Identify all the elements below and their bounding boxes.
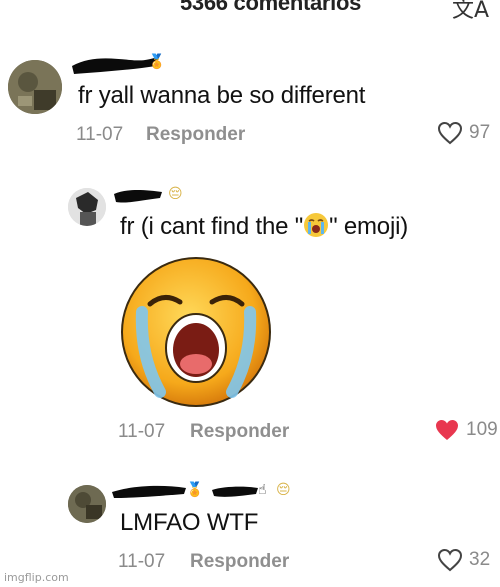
medal-badge-icon: 🏅: [148, 54, 166, 70]
watermark: imgflip.com: [4, 571, 69, 584]
reply-button[interactable]: Responder: [146, 124, 245, 146]
heart-outline-icon: [437, 121, 463, 145]
like-count: 32: [469, 549, 491, 570]
loudly-crying-face-icon: [303, 212, 329, 238]
heart-filled-icon: [436, 420, 458, 440]
like-button[interactable]: 97: [437, 121, 490, 145]
comment-date: 11-07: [76, 124, 124, 145]
avatar[interactable]: [68, 485, 106, 523]
pointing-hand-icon: ☝: [258, 482, 267, 498]
heart-outline-icon: [437, 548, 463, 572]
comment-text: fr yall wanna be so different: [78, 82, 366, 109]
like-count: 97: [469, 122, 491, 143]
redacted-username[interactable]: 🏅: [70, 50, 170, 74]
comment-text-before: fr (i cant find the ": [120, 213, 304, 240]
pensive-face-icon: 😔: [276, 482, 291, 498]
like-button[interactable]: 109: [434, 418, 498, 442]
like-count: 109: [466, 419, 498, 440]
medal-badge-icon: 🏅: [186, 482, 204, 498]
comment-text: LMFAO WTF: [120, 509, 259, 536]
reply-button[interactable]: Responder: [190, 551, 289, 573]
reply-button[interactable]: Responder: [190, 421, 289, 443]
comment-text-after: " emoji): [329, 213, 409, 240]
comment-meta: 11-07 Responder: [118, 551, 318, 575]
like-button[interactable]: 32: [437, 548, 490, 572]
comments-header-title: 5366 comentarios: [180, 0, 362, 15]
avatar[interactable]: [68, 188, 106, 226]
comment-date: 11-07: [118, 421, 166, 442]
avatar[interactable]: [8, 60, 62, 114]
comment-text: fr (i cant find the " " emoji): [120, 212, 408, 241]
redacted-username[interactable]: 🏅 ☝ 😔: [110, 478, 310, 502]
loudly-crying-face-icon[interactable]: [120, 256, 272, 408]
pensive-face-icon: 😔: [168, 186, 183, 202]
redacted-username[interactable]: 😔: [112, 184, 192, 208]
translate-icon[interactable]: 文A: [452, 0, 489, 24]
comment-meta: 11-07 Responder: [118, 421, 318, 445]
comment-meta: 11-07 Responder: [76, 124, 276, 148]
comment-date: 11-07: [118, 551, 166, 572]
